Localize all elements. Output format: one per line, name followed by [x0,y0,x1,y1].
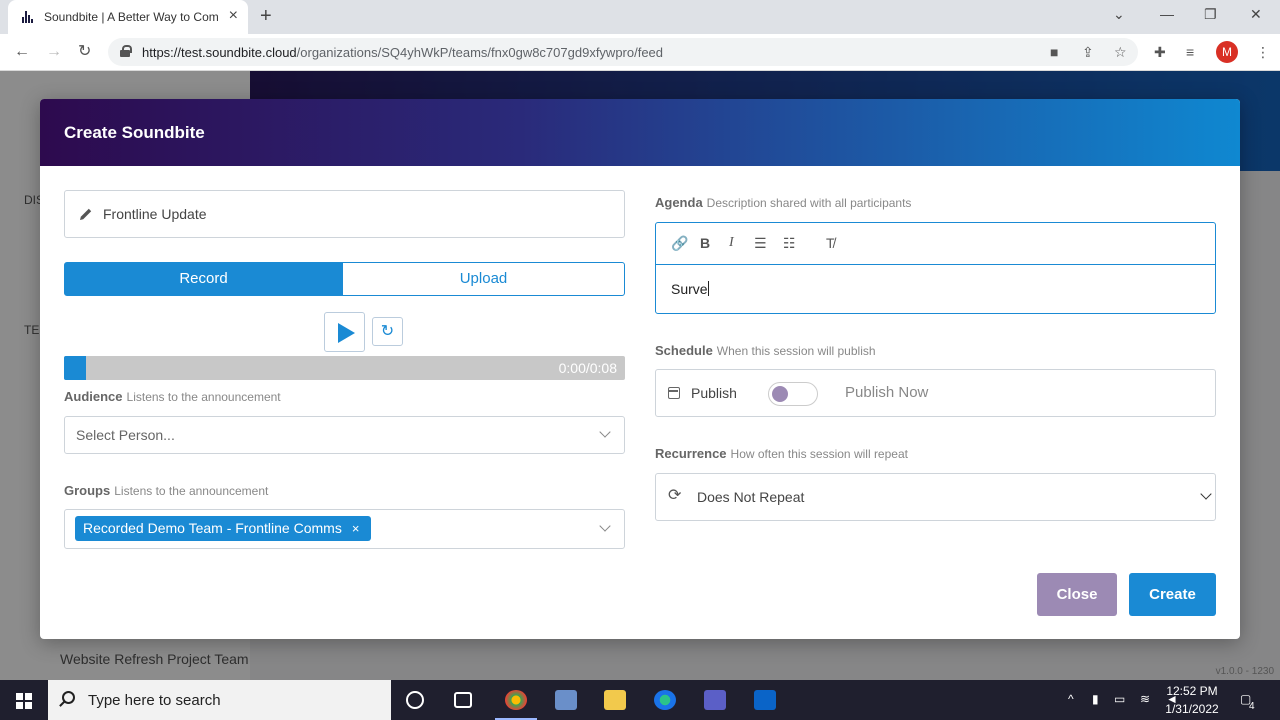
profile-avatar[interactable]: M [1216,41,1238,63]
camera-icon[interactable]: ■ [1050,44,1058,60]
tab-search-chevron-icon[interactable]: ⌄ [1113,6,1125,23]
windows-start-icon[interactable] [16,693,32,709]
audience-select[interactable]: Select Person... [64,416,625,454]
chevron-down-icon [1200,488,1212,500]
lock-icon [120,45,132,57]
new-tab-icon[interactable]: + [260,6,272,26]
clock-date[interactable]: 1/31/2022 [1160,702,1224,716]
browser-tab-bar: Soundbite | A Better Way to Com × + ⌄ — … [0,0,1280,34]
tab-record[interactable]: Record [64,262,343,296]
bullet-list-icon[interactable]: ☷ [783,235,796,251]
extensions-icon[interactable]: ✚ [1154,44,1166,60]
publish-now-toggle[interactable] [768,382,818,406]
browser-tab[interactable]: Soundbite | A Better Way to Com × [8,0,248,34]
tray-chevron-icon[interactable]: ^ [1068,692,1074,706]
recurrence-value: Does Not Repeat [697,489,805,505]
tab-title: Soundbite | A Better Way to Com [44,10,219,24]
groups-label: Groups Listens to the announcement [64,483,269,498]
audience-label: Audience Listens to the announcement [64,389,281,404]
teams-icon[interactable] [704,690,726,710]
ordered-list-icon[interactable]: ☰ [754,235,767,251]
agenda-text[interactable]: Surve [671,281,709,297]
create-button[interactable]: Create [1129,573,1216,616]
share-icon[interactable]: ⇪ [1082,44,1094,60]
recording-progress-fill [64,356,87,380]
group-chip-label: Recorded Demo Team - Frontline Comms [83,520,342,536]
agenda-label: Agenda Description shared with all partic… [655,195,912,210]
groups-select[interactable]: Recorded Demo Team - Frontline Comms × [64,509,625,549]
play-button[interactable] [324,312,365,352]
recording-time: 0:00/0:08 [558,360,617,376]
taskbar-search-placeholder: Type here to search [88,692,221,709]
soundbite-title-value: Frontline Update [103,206,207,222]
recurrence-hint: How often this session will repeat [730,447,908,461]
re-record-button[interactable]: ↻ [372,317,403,346]
task-view-icon[interactable] [454,692,472,708]
refresh-icon: ↻ [380,323,395,340]
search-icon [62,691,75,704]
calendar-icon [668,387,680,399]
agenda-hint: Description shared with all participants [706,196,912,210]
toggle-knob [772,386,788,402]
back-icon[interactable]: ← [14,42,30,62]
version-label: v1.0.0 - 1230 [1215,666,1274,677]
notification-count: 4 [1249,701,1255,712]
snipping-tool-icon[interactable] [555,690,577,710]
tab-upload[interactable]: Upload [342,262,625,296]
minimize-icon[interactable]: — [1160,6,1174,22]
recurrence-label: Recurrence How often this session will re… [655,446,908,461]
wifi-icon[interactable]: ≋ [1140,692,1150,706]
clear-format-icon[interactable]: T̸ [826,235,835,251]
forward-icon[interactable]: → [46,42,62,62]
chevron-down-icon [599,426,611,438]
modal-header: Create Soundbite [40,99,1240,166]
edge-icon[interactable] [654,690,676,710]
windows-taskbar: Type here to search ^ ▮ ▭ ≋ ◄ 12:52 PM 1… [0,680,1280,720]
url-text[interactable]: https://test.soundbite.cloud/organizatio… [142,45,663,60]
remove-chip-icon[interactable]: × [352,521,360,536]
soundbite-title-input[interactable]: Frontline Update [64,190,625,238]
tab-close-icon[interactable]: × [229,8,238,24]
chevron-down-icon [599,520,611,532]
editor-toolbar: 🔗 B I ☰ ☷ T̸ [656,223,1215,265]
schedule-field: Publish Publish Now [655,369,1216,417]
italic-icon[interactable]: I [729,235,734,251]
window-close-icon[interactable]: ✕ [1250,6,1262,23]
soundbite-favicon-icon [22,11,34,23]
recurrence-select[interactable]: ⟳ Does Not Repeat [655,473,1216,521]
file-explorer-icon[interactable] [604,690,626,710]
media-queue-icon[interactable]: ≡ [1186,44,1194,60]
link-icon[interactable]: 🔗 [671,235,688,251]
publish-label: Publish [691,385,737,401]
clock-time[interactable]: 12:52 PM [1160,684,1224,698]
bold-icon[interactable]: B [700,235,710,251]
pencil-icon [80,208,92,220]
reload-icon[interactable]: ↻ [78,42,91,62]
group-chip: Recorded Demo Team - Frontline Comms × [75,516,372,541]
battery-icon[interactable]: ▭ [1114,692,1125,706]
agenda-editor[interactable]: 🔗 B I ☰ ☷ T̸ Surve [655,222,1216,314]
audience-hint: Listens to the announcement [126,390,281,404]
cortana-icon[interactable] [406,691,424,709]
create-soundbite-modal: Create Soundbite Frontline Update Record… [40,99,1240,639]
recording-progress-bar[interactable]: 0:00/0:08 [64,356,625,380]
address-bar[interactable]: https://test.soundbite.cloud/organizatio… [108,38,1138,66]
repeat-icon: ⟳ [668,487,682,504]
chrome-icon[interactable] [495,690,537,720]
groups-hint: Listens to the announcement [114,484,269,498]
browser-toolbar: ← → ↻ https://test.soundbite.cloud/organ… [0,34,1280,71]
audience-placeholder: Select Person... [76,427,175,443]
microphone-icon[interactable]: ▮ [1092,692,1099,706]
restore-icon[interactable]: ❐ [1204,6,1217,23]
close-button[interactable]: Close [1037,573,1117,616]
bookmark-star-icon[interactable]: ☆ [1114,44,1127,60]
schedule-label: Schedule When this session will publish [655,343,876,358]
modal-title: Create Soundbite [64,123,205,142]
outlook-icon[interactable] [754,690,776,710]
publish-now-label: Publish Now [845,384,929,401]
browser-menu-icon[interactable]: ⋮ [1256,44,1270,60]
schedule-hint: When this session will publish [716,344,876,358]
taskbar-search[interactable]: Type here to search [48,680,391,720]
